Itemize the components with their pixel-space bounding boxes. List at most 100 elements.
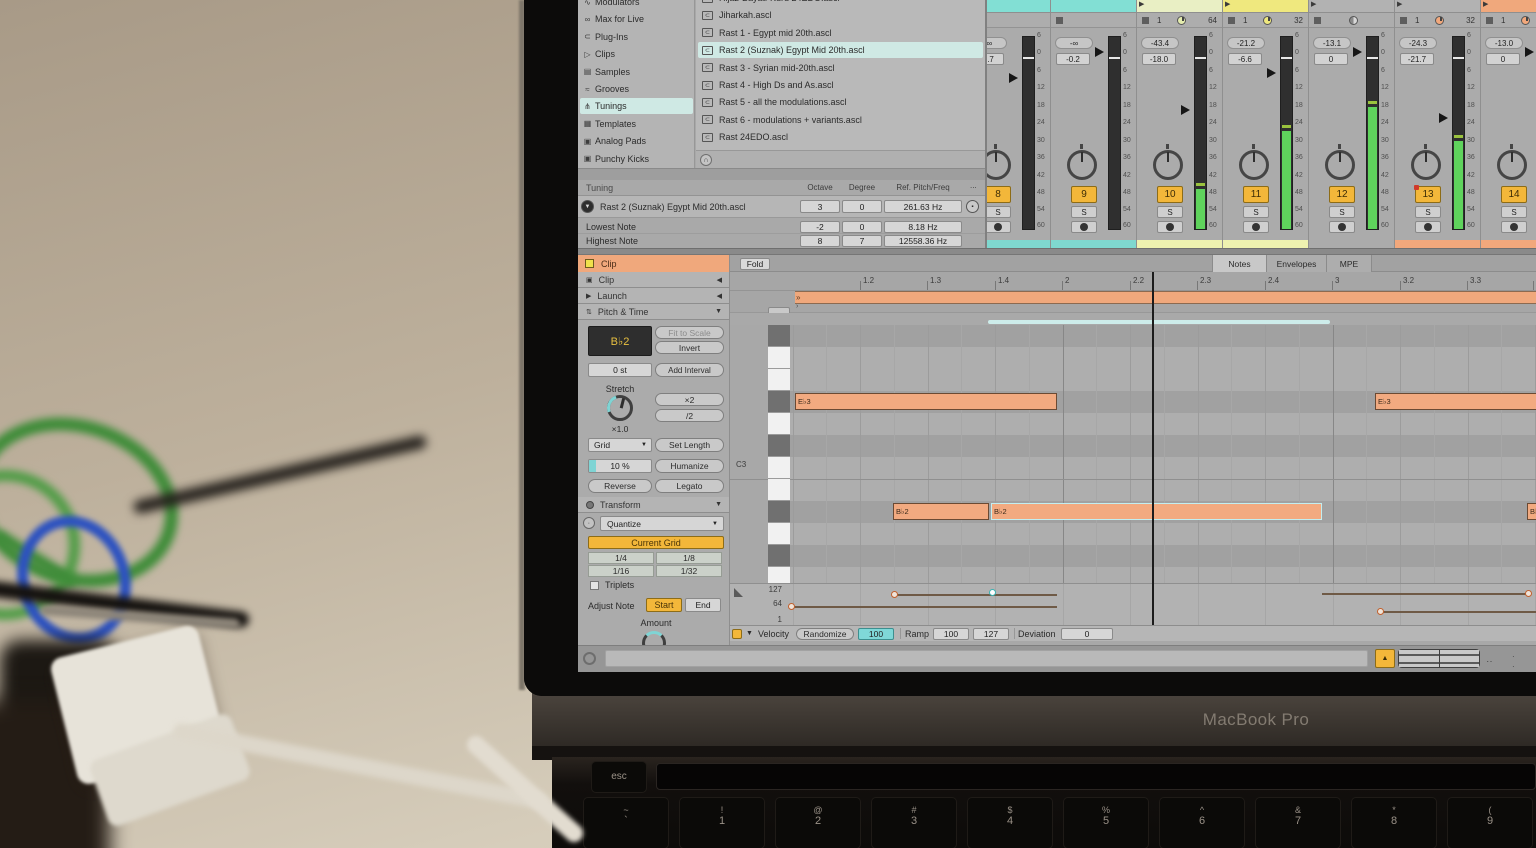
sidebar-item-templates[interactable]: ▦Templates <box>580 116 693 132</box>
panel-divider[interactable] <box>578 248 1536 255</box>
file-item-rast-6-modulations-variants-ascl[interactable]: ⊂Rast 6 - modulations + variants.ascl <box>698 112 983 128</box>
lane-chooser-button[interactable] <box>732 629 742 639</box>
track-number-button[interactable]: 10 <box>1157 186 1183 203</box>
solo-button[interactable]: S <box>1329 206 1355 218</box>
stretch-div2-button[interactable]: /2 <box>655 409 724 422</box>
peak-level-value[interactable]: -43.4 <box>1141 37 1179 49</box>
pan-knob[interactable] <box>1325 150 1355 180</box>
clip-slot[interactable]: ▶ <box>1223 0 1309 13</box>
solo-button[interactable]: S <box>1501 206 1527 218</box>
show-clip-view-button[interactable]: ▲ <box>1375 649 1395 668</box>
invert-button[interactable]: Invert <box>655 341 724 354</box>
tuning-file-name[interactable]: Rast 2 (Suznak) Egypt Mid 20th.ascl <box>600 202 746 212</box>
peak-level-value[interactable]: -24.3 <box>1399 37 1437 49</box>
section-clip[interactable]: ▣ Clip ◀ <box>578 272 730 288</box>
velocity-marker[interactable] <box>788 603 795 610</box>
peak-level-value[interactable]: -∞ <box>985 37 1007 49</box>
adjust-note-start-button[interactable]: Start <box>646 598 682 612</box>
file-item-rast-3-syrian-mid-20th-ascl[interactable]: ⊂Rast 3 - Syrian mid-20th.ascl <box>698 60 983 76</box>
black-key[interactable] <box>768 435 790 457</box>
volume-value[interactable]: -21.7 <box>1400 53 1434 65</box>
sidebar-item-samples[interactable]: ▤Samples <box>580 64 693 80</box>
velocity-marker[interactable] <box>891 591 898 598</box>
midi-note-grid[interactable]: E♭3E♭3B♭2B♭2B♭2 <box>790 325 1536 583</box>
clip-slot[interactable]: ▶ <box>1309 0 1395 13</box>
black-key[interactable] <box>768 391 790 413</box>
volume-fader-handle[interactable] <box>1353 47 1362 57</box>
preview-button[interactable] <box>1157 221 1183 233</box>
lane-dropdown-icon[interactable]: ▼ <box>746 630 753 637</box>
loop-dial-icon[interactable] <box>1349 16 1358 25</box>
collapse-left-icon[interactable]: ◀ <box>717 292 722 300</box>
tab-envelopes[interactable]: Envelopes <box>1266 255 1326 272</box>
file-item-jiharkah-ascl[interactable]: ⊂Jiharkah.ascl <box>698 7 983 23</box>
file-item-rast-5-all-the-modulations-ascl[interactable]: ⊂Rast 5 - all the modulations.ascl <box>698 94 983 110</box>
velocity-marker[interactable] <box>1525 590 1532 597</box>
volume-fader-handle[interactable] <box>1009 73 1018 83</box>
deviation-field[interactable]: 0 <box>1061 628 1113 640</box>
current-grid-button[interactable]: Current Grid <box>588 536 724 549</box>
beat-time-ruler[interactable]: 1.21.31.422.22.32.433.23.33.4 <box>730 272 1536 291</box>
clip-view-toggle[interactable] <box>1399 650 1440 667</box>
lowest-degree[interactable]: 0 <box>842 221 882 233</box>
black-key[interactable] <box>768 325 790 347</box>
stretch-x2-button[interactable]: ×2 <box>655 393 724 406</box>
pan-knob[interactable] <box>1239 150 1269 180</box>
preview-button[interactable] <box>1071 221 1097 233</box>
lane-resize-handle[interactable] <box>734 588 743 597</box>
midi-note[interactable]: B♭2 <box>893 503 989 520</box>
sidebar-item-clips[interactable]: ▷Clips <box>580 46 693 62</box>
midi-note[interactable]: B♭2 <box>1527 503 1536 520</box>
tuning-degree-value[interactable]: 0 <box>842 200 882 213</box>
preview-button[interactable] <box>1243 221 1269 233</box>
grid-dropdown[interactable]: Grid ▼ <box>588 438 652 452</box>
piano-keys-column[interactable] <box>768 325 790 583</box>
white-key[interactable] <box>768 567 790 583</box>
loop-dial-icon[interactable] <box>1177 16 1186 25</box>
section-launch[interactable]: ▶ Launch ◀ <box>578 288 730 304</box>
white-key[interactable] <box>768 457 790 479</box>
preview-button[interactable] <box>1329 221 1355 233</box>
sidebar-item-analog-pads[interactable]: ▣Analog Pads <box>580 133 693 149</box>
lowest-ref[interactable]: 8.18 Hz <box>884 221 962 233</box>
file-item-rast-1-egypt-mid-20th-ascl[interactable]: ⊂Rast 1 - Egypt mid 20th.ascl <box>698 25 983 41</box>
peak-level-value[interactable]: -13.0 <box>1485 37 1523 49</box>
track-number-button[interactable]: 13 <box>1415 186 1441 203</box>
white-key[interactable] <box>768 369 790 391</box>
stretch-knob[interactable] <box>607 395 633 421</box>
add-interval-button[interactable]: Add Interval <box>655 363 724 377</box>
loop-dial-icon[interactable] <box>1435 16 1444 25</box>
headphone-icon[interactable]: ∩ <box>700 154 712 166</box>
file-item-hijaz-bayati-kurd-24edo-ascl[interactable]: ⊂Hijaz-Bayati-Kurd 24EDO.ascl <box>698 0 983 6</box>
clip-slot[interactable] <box>1051 0 1137 13</box>
tuning-save-icon[interactable]: ▪ <box>966 200 979 213</box>
tab-mpe[interactable]: MPE <box>1326 255 1372 272</box>
loop-dial-icon[interactable] <box>1263 16 1272 25</box>
quantize-grid-1-16[interactable]: 1/16 <box>588 565 654 577</box>
humanize-amount-field[interactable]: 10 % <box>588 459 652 473</box>
preview-button[interactable] <box>1415 221 1441 233</box>
expand-down-icon[interactable]: ▼ <box>715 308 722 315</box>
pan-knob[interactable] <box>985 150 1011 180</box>
midi-note[interactable]: E♭3 <box>795 393 1057 410</box>
quantize-grid-1-8[interactable]: 1/8 <box>656 552 722 564</box>
tab-notes[interactable]: Notes <box>1212 255 1266 272</box>
legato-button[interactable]: Legato <box>655 479 724 493</box>
solo-button[interactable]: S <box>1243 206 1269 218</box>
velocity-marker[interactable] <box>1377 608 1384 615</box>
reverse-button[interactable]: Reverse <box>588 479 652 493</box>
loop-region[interactable]: » <box>795 291 1536 304</box>
black-key[interactable] <box>768 545 790 567</box>
track-number-button[interactable]: 12 <box>1329 186 1355 203</box>
volume-fader-handle[interactable] <box>1181 105 1190 115</box>
black-key[interactable] <box>768 501 790 523</box>
clip-stop-button[interactable] <box>1314 17 1321 24</box>
highest-octave[interactable]: 8 <box>800 235 840 247</box>
loop-dial-icon[interactable] <box>1521 16 1530 25</box>
white-key[interactable] <box>768 413 790 435</box>
pitch-display[interactable]: B♭2 <box>588 326 652 356</box>
fit-to-scale-button[interactable]: Fit to Scale <box>655 326 724 339</box>
section-transform[interactable]: Transform ▼ <box>578 497 730 513</box>
amount-knob[interactable] <box>642 631 666 645</box>
pan-knob[interactable] <box>1411 150 1441 180</box>
